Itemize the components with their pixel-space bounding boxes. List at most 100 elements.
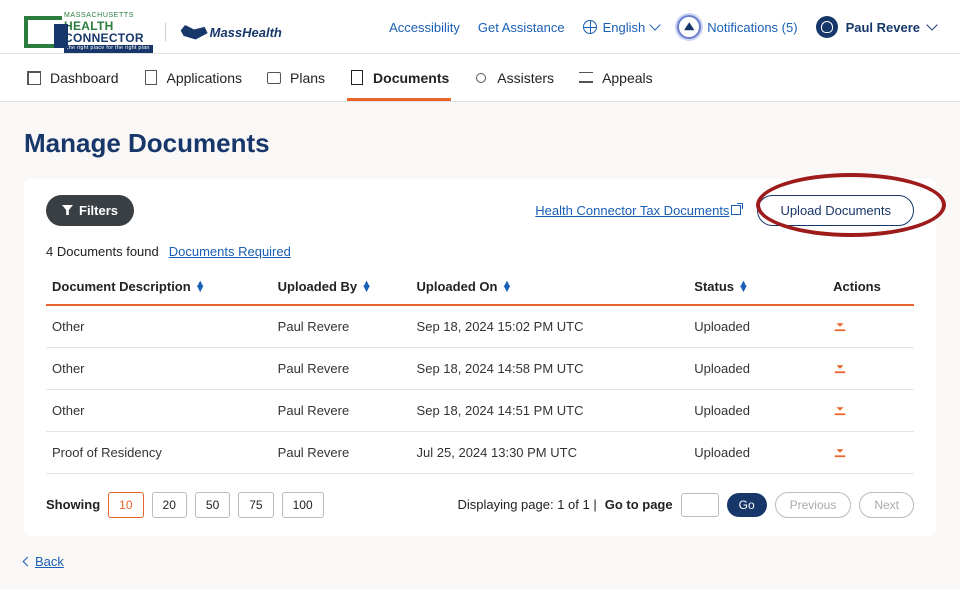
col-uploaded-by[interactable]: Uploaded By ▲▼ [272,269,411,305]
pagination: Showing 10 20 50 75 100 Displaying page:… [46,492,914,518]
download-icon[interactable] [833,403,847,419]
globe-icon [583,20,597,34]
cell-actions [827,347,914,389]
documents-icon [349,70,365,86]
plans-icon [266,70,282,86]
cell-on: Sep 18, 2024 14:51 PM UTC [411,389,689,431]
cell-desc: Proof of Residency [46,431,272,473]
health-connector-logo[interactable]: MASSACHUSETTS HEALTH CONNECTOR the right… [24,12,153,53]
bell-icon [677,15,701,39]
health-connector-logo-mark [24,16,62,48]
documents-table: Document Description ▲▼ Uploaded By ▲▼ Upl… [46,269,914,474]
page-size-10[interactable]: 10 [108,492,143,518]
next-button[interactable]: Next [859,492,914,518]
assisters-icon [473,70,489,86]
cell-on: Jul 25, 2024 13:30 PM UTC [411,431,689,473]
col-description[interactable]: Document Description ▲▼ [46,269,272,305]
page-size-75[interactable]: 75 [238,492,273,518]
previous-button[interactable]: Previous [775,492,852,518]
sort-icon: ▲▼ [738,282,749,292]
table-row: Proof of Residency Paul Revere Jul 25, 2… [46,431,914,473]
page-size-20[interactable]: 20 [152,492,187,518]
filter-icon [62,205,73,215]
showing-label: Showing [46,497,100,512]
nav-documents[interactable]: Documents [347,54,451,101]
notifications-label: Notifications (5) [707,20,797,35]
col-by-label: Uploaded By [278,279,357,294]
header-right: Accessibility Get Assistance English Not… [389,15,936,39]
nav-appeals[interactable]: Appeals [576,54,655,101]
arrow-left-icon [23,556,33,566]
nav-applications[interactable]: Applications [141,54,245,101]
cell-by: Paul Revere [272,347,411,389]
user-menu[interactable]: Paul Revere [816,16,936,38]
sort-icon: ▲▼ [361,282,372,292]
count-row: 4 Documents found Documents Required [46,244,914,259]
nav-assisters[interactable]: Assisters [471,54,556,101]
appeals-icon [578,70,594,86]
chevron-down-icon [650,20,661,31]
cell-desc: Other [46,389,272,431]
toolbar-right: Health Connector Tax Documents Upload Do… [535,195,914,226]
avatar-icon [816,16,838,38]
go-button[interactable]: Go [727,493,767,517]
documents-required-link[interactable]: Documents Required [169,244,291,259]
tax-documents-label: Health Connector Tax Documents [535,203,729,218]
nav-documents-label: Documents [373,70,449,86]
back-link[interactable]: Back [24,554,936,569]
cell-by: Paul Revere [272,305,411,348]
filters-button[interactable]: Filters [46,195,134,226]
nav-plans[interactable]: Plans [264,54,327,101]
logo-state: MASSACHUSETTS [64,12,153,19]
masshealth-label: MassHealth [210,25,282,40]
col-description-label: Document Description [52,279,191,294]
sort-icon: ▲▼ [501,282,512,292]
col-on-label: Uploaded On [417,279,498,294]
dashboard-icon [26,70,42,86]
documents-card: Filters Health Connector Tax Documents U… [24,179,936,536]
goto-input[interactable] [681,493,719,517]
header: MASSACHUSETTS HEALTH CONNECTOR the right… [0,0,960,54]
cell-desc: Other [46,347,272,389]
page-size-100[interactable]: 100 [282,492,324,518]
masshealth-logo[interactable]: MassHealth [165,23,282,41]
accessibility-link[interactable]: Accessibility [389,20,460,35]
cell-actions [827,431,914,473]
col-actions: Actions [827,269,914,305]
logo-tagline: the right place for the right plan [64,45,153,53]
notifications[interactable]: Notifications (5) [677,15,797,39]
page-size-selector: Showing 10 20 50 75 100 [46,492,324,518]
page-body: Manage Documents Filters Health Connecto… [0,102,960,589]
download-icon[interactable] [833,319,847,335]
download-icon[interactable] [833,361,847,377]
col-uploaded-on[interactable]: Uploaded On▲▼ [411,269,689,305]
applications-icon [143,70,159,86]
table-row: Other Paul Revere Sep 18, 2024 14:58 PM … [46,347,914,389]
page-size-50[interactable]: 50 [195,492,230,518]
cell-actions [827,305,914,348]
main-nav: Dashboard Applications Plans Documents A… [0,54,960,102]
nav-appeals-label: Appeals [602,70,653,86]
displaying-label: Displaying page: 1 of 1 | [457,497,596,512]
nav-dashboard[interactable]: Dashboard [24,54,121,101]
documents-count: 4 Documents found [46,244,159,259]
page-nav: Displaying page: 1 of 1 | Go to page Go … [457,492,914,518]
sort-icon: ▲▼ [195,282,206,292]
masshealth-icon [178,23,208,41]
cell-by: Paul Revere [272,431,411,473]
cell-desc: Other [46,305,272,348]
download-icon[interactable] [833,445,847,461]
cell-on: Sep 18, 2024 14:58 PM UTC [411,347,689,389]
assistance-link[interactable]: Get Assistance [478,20,565,35]
nav-applications-label: Applications [167,70,243,86]
cell-on: Sep 18, 2024 15:02 PM UTC [411,305,689,348]
upload-documents-button[interactable]: Upload Documents [757,195,914,226]
col-status[interactable]: Status ▲▼ [688,269,827,305]
tax-documents-link[interactable]: Health Connector Tax Documents [535,203,741,218]
nav-plans-label: Plans [290,70,325,86]
col-actions-label: Actions [833,279,881,294]
language-selector[interactable]: English [583,20,660,35]
col-status-label: Status [694,279,734,294]
cell-status: Uploaded [688,305,827,348]
cell-actions [827,389,914,431]
